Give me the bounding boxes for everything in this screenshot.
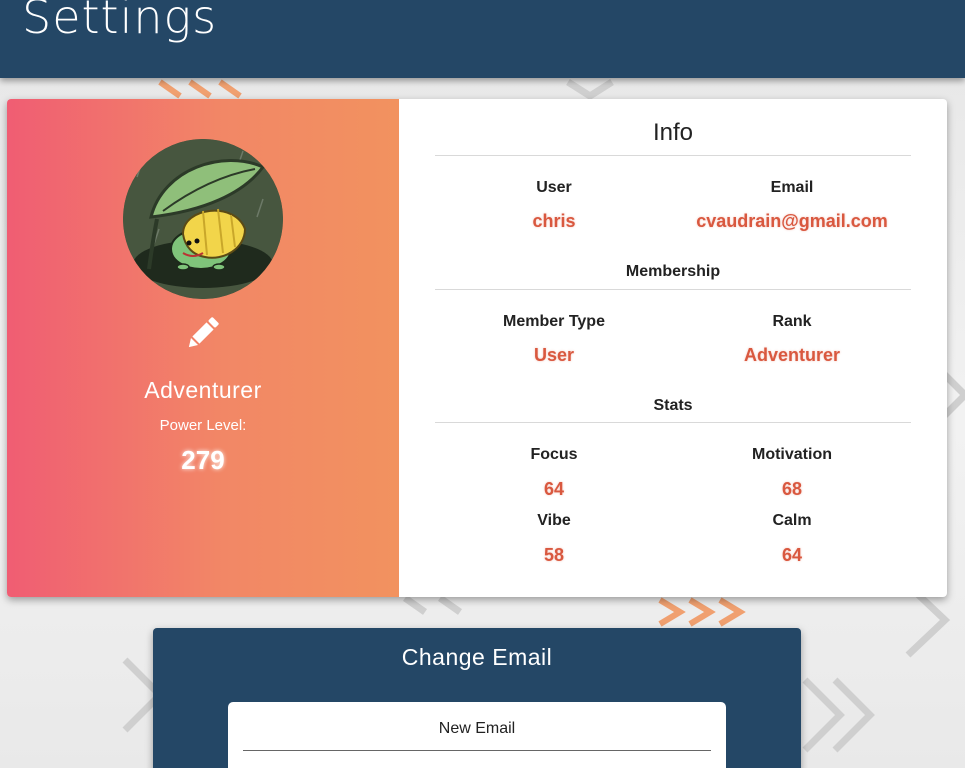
edit-avatar-button[interactable] xyxy=(183,313,223,353)
stat-vibe-label: Vibe xyxy=(537,512,571,529)
power-level-label: Power Level: xyxy=(159,417,247,434)
new-email-input[interactable] xyxy=(243,744,711,751)
user-label: User xyxy=(536,179,572,196)
rank-value: Adventurer xyxy=(743,345,841,365)
stat-focus-value: 64 xyxy=(543,479,565,499)
email-value: cvaudrain@gmail.com xyxy=(696,211,888,231)
info-panel: Info User Email chris cvaudrain@gmail.co… xyxy=(399,99,947,597)
avatar xyxy=(123,139,283,299)
change-email-form: New Email xyxy=(228,702,726,768)
change-email-card: Change Email New Email xyxy=(153,628,801,768)
membership-title: Membership xyxy=(625,263,721,280)
info-title: Info xyxy=(652,119,694,146)
profile-info-card: Adventurer Power Level: 279 Info User Em… xyxy=(7,99,947,597)
stat-motivation-label: Motivation xyxy=(752,446,832,463)
stat-calm-value: 64 xyxy=(781,545,803,565)
rank-label: Rank xyxy=(772,313,812,330)
user-value: chris xyxy=(532,211,576,231)
info-divider xyxy=(435,155,911,156)
change-email-title: Change Email xyxy=(401,644,553,670)
stat-focus-label: Focus xyxy=(530,446,578,463)
membership-divider xyxy=(435,289,911,290)
member-type-label: Member Type xyxy=(503,313,605,330)
stat-vibe-value: 58 xyxy=(543,545,565,565)
page-title: Settings xyxy=(22,0,218,44)
email-label: Email xyxy=(770,179,814,196)
stat-calm-label: Calm xyxy=(772,512,812,529)
profile-rank-name: Adventurer xyxy=(144,377,262,403)
new-email-label: New Email xyxy=(438,720,516,737)
stats-divider xyxy=(435,422,911,423)
stats-title: Stats xyxy=(653,397,693,414)
frog-avatar-icon xyxy=(123,139,283,299)
page-header: Settings xyxy=(0,0,965,78)
pencil-icon xyxy=(188,317,219,348)
stat-motivation-value: 68 xyxy=(781,479,803,499)
profile-panel: Adventurer Power Level: 279 xyxy=(7,99,399,597)
power-level-value: 279 xyxy=(181,445,225,475)
member-type-value: User xyxy=(533,345,575,365)
